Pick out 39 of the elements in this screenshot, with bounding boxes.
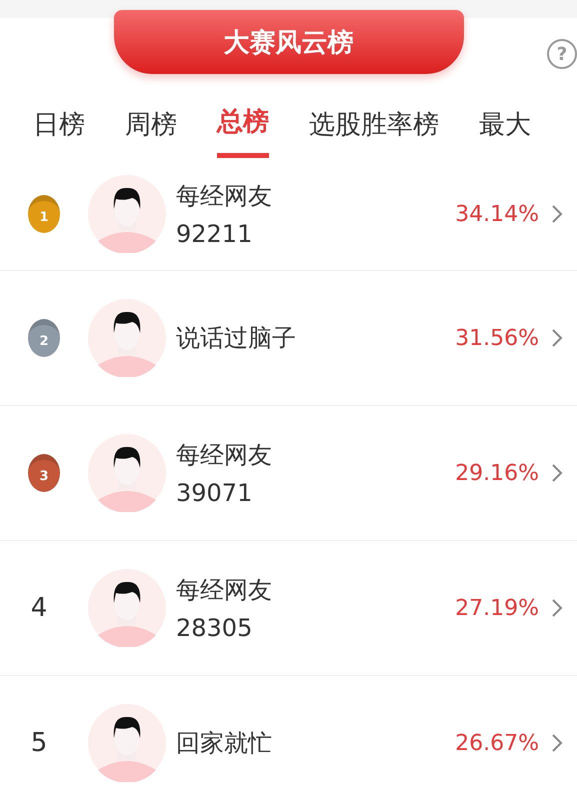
user-name: 每经网友 bbox=[176, 440, 273, 471]
leaderboard-row[interactable]: 5 回家就忙 26.67% bbox=[0, 676, 577, 798]
user-id: 92211 bbox=[176, 220, 254, 248]
rank-number: 5 bbox=[30, 728, 48, 758]
tab[interactable]: 周榜 bbox=[125, 90, 177, 158]
user-name: 每经网友 bbox=[176, 575, 273, 606]
user-name: 每经网友 bbox=[176, 181, 273, 212]
chevron-right-icon bbox=[551, 598, 563, 618]
medal-icon: 2 bbox=[28, 319, 60, 357]
win-rate: 34.14% bbox=[455, 202, 539, 226]
user-id: 39071 bbox=[176, 479, 254, 507]
leaderboard-row[interactable]: 2 说话过脑子 31.56% bbox=[0, 271, 577, 406]
tab[interactable]: 日榜 bbox=[33, 90, 85, 158]
leaderboard-row[interactable]: 1 每经网友 92211 34.14% bbox=[0, 158, 577, 271]
user-name: 回家就忙 bbox=[176, 728, 273, 759]
leaderboard-row[interactable]: 3 每经网友 39071 29.16% bbox=[0, 406, 577, 541]
chevron-right-icon bbox=[551, 733, 563, 753]
board-title: 大赛风云榜 bbox=[224, 26, 354, 60]
leaderboard-row[interactable]: 4 每经网友 28305 27.19% bbox=[0, 541, 577, 676]
avatar-icon bbox=[88, 299, 166, 377]
user-name: 说话过脑子 bbox=[176, 323, 297, 354]
tab[interactable]: 最大 bbox=[479, 90, 531, 158]
chevron-right-icon bbox=[551, 463, 563, 483]
user-id: 28305 bbox=[176, 614, 254, 642]
avatar-icon bbox=[88, 569, 166, 647]
tab[interactable]: 总榜 bbox=[217, 90, 269, 158]
medal-icon: 1 bbox=[28, 195, 60, 233]
chevron-right-icon bbox=[551, 328, 563, 348]
avatar-icon bbox=[88, 175, 166, 253]
win-rate: 26.67% bbox=[455, 730, 539, 756]
win-rate: 31.56% bbox=[455, 326, 539, 350]
rank-number: 4 bbox=[30, 593, 48, 623]
avatar-icon bbox=[88, 434, 166, 512]
win-rate: 27.19% bbox=[455, 596, 539, 620]
medal-icon: 3 bbox=[28, 454, 60, 492]
chevron-right-icon bbox=[551, 204, 563, 224]
avatar-icon bbox=[88, 704, 166, 782]
win-rate: 29.16% bbox=[455, 460, 539, 486]
tab[interactable]: 选股胜率榜 bbox=[309, 90, 439, 158]
